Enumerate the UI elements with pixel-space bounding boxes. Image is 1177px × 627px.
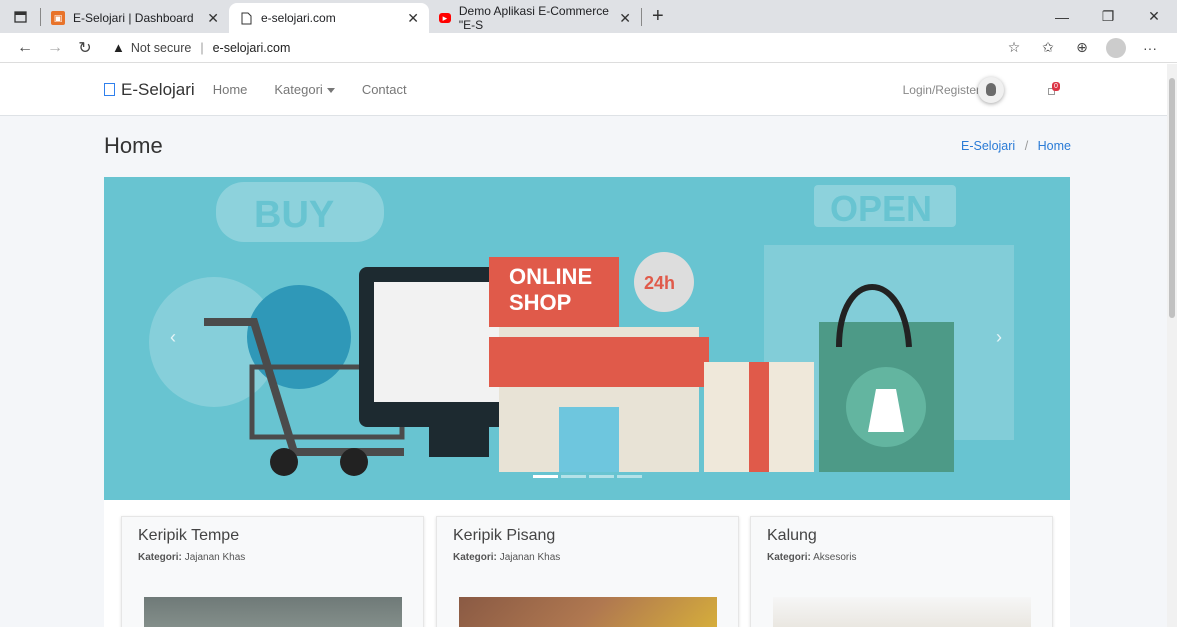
breadcrumb-separator: / (1024, 139, 1029, 153)
carousel-indicator[interactable] (588, 475, 614, 478)
banner-carousel[interactable]: BUY OPEN ONLINE SHOP 24h ‹ › (104, 177, 1070, 500)
tab-actions-icon[interactable] (0, 0, 40, 33)
product-name[interactable]: Keripik Tempe (138, 527, 407, 545)
close-tab-icon[interactable]: ✕ (609, 10, 631, 27)
category-label: Kategori: (138, 552, 182, 563)
carousel-indicator[interactable] (616, 475, 642, 478)
store-awning (489, 337, 709, 387)
url-field[interactable]: ▲ Not secure | e-selojari.com (112, 40, 290, 55)
navbar-right: Login/Register 0 (903, 76, 1062, 103)
24h-text: 24h (644, 273, 675, 293)
content-header: Home E-Selojari / Home (0, 116, 1167, 176)
product-image[interactable] (459, 597, 717, 627)
product-grid: Keripik Tempe Kategori: Jajanan Khas Ker… (104, 500, 1070, 627)
carousel-prev-icon[interactable]: ‹ (170, 327, 176, 348)
favorites-icon[interactable]: ✩ (1031, 39, 1065, 56)
nav-link-contact[interactable]: Contact (362, 82, 407, 97)
product-image[interactable] (144, 597, 402, 627)
breadcrumb: E-Selojari / Home (961, 139, 1071, 153)
shop-text: SHOP (509, 290, 571, 315)
category-value: Aksesoris (813, 552, 857, 563)
nav-link-kategori[interactable]: Kategori (274, 82, 322, 97)
carousel-indicator[interactable] (532, 475, 558, 478)
brand-name[interactable]: E-Selojari (121, 80, 195, 100)
nav-dropdown-kategori[interactable]: Kategori (274, 82, 335, 97)
close-window-icon[interactable]: ✕ (1131, 8, 1177, 25)
warning-icon[interactable]: ▲ (112, 40, 125, 55)
page-title: Home (104, 133, 163, 158)
product-name[interactable]: Kalung (767, 527, 1036, 545)
url-text[interactable]: e-selojari.com (213, 41, 291, 55)
youtube-icon: ▸ (439, 13, 451, 23)
product-card[interactable]: Keripik Tempe Kategori: Jajanan Khas (121, 516, 424, 627)
tab-dashboard[interactable]: ▣ E-Selojari | Dashboard ✕ (41, 3, 229, 33)
product-card[interactable]: Kalung Kategori: Aksesoris (750, 516, 1053, 627)
category-value: Jajanan Khas (184, 552, 246, 563)
product-image[interactable] (773, 597, 1031, 627)
product-category: Kategori: Aksesoris (767, 552, 1036, 563)
collections-icon[interactable]: ⊕ (1065, 39, 1099, 56)
close-tab-icon[interactable]: ✕ (197, 10, 219, 27)
category-value: Jajanan Khas (499, 552, 561, 563)
cart-wheel (270, 448, 298, 476)
open-text: OPEN (830, 188, 932, 229)
scrollbar-thumb[interactable] (1169, 78, 1175, 318)
tab-title: e-selojari.com (261, 11, 336, 25)
online-shop-illustration: BUY OPEN ONLINE SHOP 24h (149, 182, 1014, 476)
page-icon (239, 11, 253, 25)
new-tab-icon[interactable]: + (642, 5, 674, 28)
browser-toolbar-right: ☆ ✩ ⊕ ··· (997, 37, 1167, 58)
category-label: Kategori: (767, 552, 811, 563)
back-icon[interactable]: ← (10, 39, 40, 57)
carousel-indicators (104, 475, 1070, 478)
cart-wheel (340, 448, 368, 476)
product-card[interactable]: Keripik Pisang Kategori: Jajanan Khas (436, 516, 739, 627)
user-face-icon (986, 83, 996, 96)
user-avatar[interactable] (978, 76, 1004, 103)
carousel-next-icon[interactable]: › (996, 327, 1002, 348)
xampp-icon: ▣ (51, 11, 65, 25)
tab-e-selojari[interactable]: e-selojari.com ✕ (229, 3, 429, 33)
category-label: Kategori: (453, 552, 497, 563)
browser-tab-bar: ▣ E-Selojari | Dashboard ✕ e-selojari.co… (0, 0, 1177, 33)
product-category: Kategori: Jajanan Khas (453, 552, 722, 563)
cart-count-badge: 0 (1052, 81, 1060, 91)
product-category: Kategori: Jajanan Khas (138, 552, 407, 563)
carousel-indicator[interactable] (560, 475, 586, 478)
refresh-icon[interactable]: ↻ (70, 38, 100, 58)
address-bar: ← → ↻ ▲ Not secure | e-selojari.com ☆ ✩ … (0, 33, 1177, 63)
site-navbar: E-Selojari Home Kategori Contact Login/R… (0, 64, 1167, 116)
web-page: E-Selojari Home Kategori Contact Login/R… (0, 64, 1167, 627)
nav-link-home[interactable]: Home (213, 82, 248, 97)
more-menu-icon[interactable]: ··· (1133, 40, 1167, 56)
forward-icon[interactable]: → (40, 39, 70, 57)
restore-icon[interactable]: ❐ (1085, 8, 1131, 25)
tab-youtube-demo[interactable]: ▸ Demo Aplikasi E-Commerce "E-S ✕ (429, 3, 641, 33)
site-brand[interactable]: E-Selojari (104, 80, 195, 100)
product-name[interactable]: Keripik Pisang (453, 527, 722, 545)
breadcrumb-home-link[interactable]: E-Selojari (961, 139, 1015, 153)
profile-icon[interactable] (1106, 37, 1126, 58)
buy-text: BUY (254, 194, 334, 236)
online-text: ONLINE (509, 264, 592, 289)
minimize-icon[interactable]: — (1039, 9, 1085, 25)
url-divider: | (200, 40, 204, 55)
page-scrollbar[interactable] (1167, 64, 1177, 627)
tab-title: E-Selojari | Dashboard (73, 11, 194, 25)
window-controls: — ❐ ✕ (1039, 0, 1177, 33)
breadcrumb-current: Home (1037, 139, 1071, 153)
close-tab-icon[interactable]: ✕ (397, 10, 419, 27)
gift-ribbon (749, 362, 769, 472)
login-register-link[interactable]: Login/Register (903, 83, 980, 97)
store-door (559, 407, 619, 472)
add-favorite-icon[interactable]: ☆ (997, 39, 1031, 56)
brand-logo-icon (104, 83, 115, 96)
tab-title: Demo Aplikasi E-Commerce "E-S (458, 4, 609, 32)
dropdown-caret-icon (326, 88, 335, 94)
not-secure-label[interactable]: Not secure (131, 41, 191, 55)
cart-icon[interactable]: 0 (1048, 81, 1062, 96)
monitor-stand (429, 427, 489, 457)
